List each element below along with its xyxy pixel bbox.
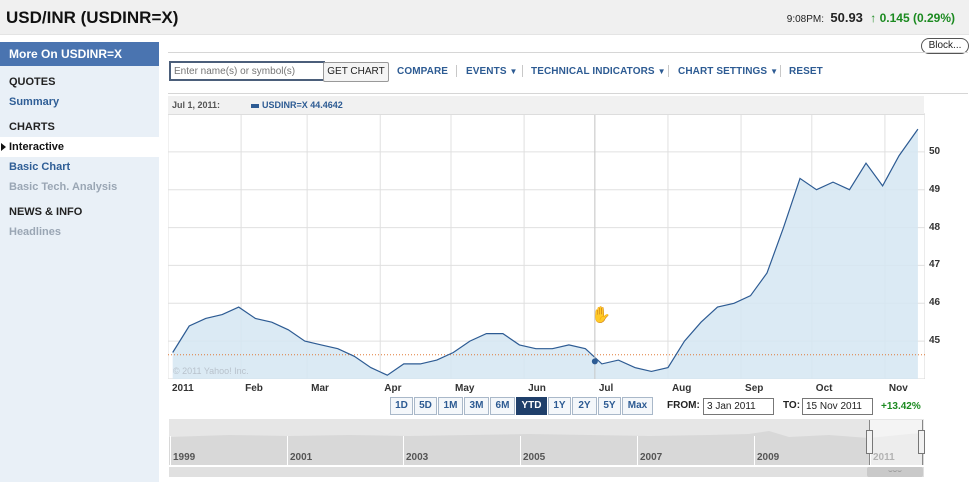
navigator-year-label: 2003 — [406, 452, 429, 463]
range-button-1m[interactable]: 1M — [438, 397, 463, 415]
quote-change-value: 0.145 (0.29%) — [879, 11, 955, 25]
chart-settings-menu[interactable]: CHART SETTINGS ▼ — [678, 66, 778, 77]
navigator-year-label: 2009 — [757, 452, 780, 463]
range-button-max[interactable]: Max — [622, 397, 653, 415]
from-label: FROM: — [667, 400, 700, 411]
chart-settings-label: CHART SETTINGS — [678, 66, 768, 77]
sidebar-item-summary[interactable]: Summary — [0, 92, 159, 112]
navigator-year-tick — [520, 436, 521, 466]
range-button-5d[interactable]: 5D — [414, 397, 437, 415]
legend-series-value: USDINR=X 44.4642 — [262, 100, 343, 110]
x-tick-label: Oct — [815, 383, 833, 394]
range-button-3m[interactable]: 3M — [464, 397, 489, 415]
range-button-group: 1D 5D 1M 3M 6M YTD 1Y 2Y 5Y Max — [390, 397, 654, 415]
chart-copyright: © 2011 Yahoo! Inc. — [173, 366, 249, 376]
range-button-1d[interactable]: 1D — [390, 397, 413, 415]
range-button-1y[interactable]: 1Y — [548, 397, 571, 415]
to-date-input[interactable]: 15 Nov 2011 — [802, 398, 873, 415]
x-tick-label: 2011 — [172, 383, 194, 394]
y-tick-label: 45 — [929, 335, 941, 347]
navigator-year-tick — [637, 436, 638, 466]
x-tick-label: Sep — [745, 383, 764, 394]
from-date-input[interactable]: 3 Jan 2011 — [703, 398, 774, 415]
to-label: TO: — [783, 400, 801, 411]
up-arrow-icon: ↑ — [870, 11, 877, 25]
y-tick-label: 50 — [929, 145, 941, 157]
reset-button[interactable]: RESET — [789, 66, 823, 77]
events-label: EVENTS — [466, 66, 507, 77]
range-button-ytd[interactable]: YTD — [516, 397, 547, 415]
series-swatch — [251, 103, 259, 108]
toolbar-divider — [522, 65, 523, 77]
sidebar: More On USDINR=X QUOTES Summary CHARTS I… — [0, 42, 159, 482]
navigator-year-tick — [287, 436, 288, 466]
x-tick-label: Apr — [384, 383, 402, 394]
quote-time: 9:08PM: — [786, 14, 825, 25]
y-tick-label: 48 — [929, 221, 941, 233]
quote-change: ↑ 0.145 (0.29%) — [870, 11, 955, 25]
price-chart[interactable] — [168, 96, 925, 379]
navigator-right-handle[interactable] — [918, 430, 925, 454]
technical-indicators-menu[interactable]: TECHNICAL INDICATORS ▼ — [531, 66, 666, 77]
navigator-scroll-thumb[interactable]: ⌣⌣⌣ — [867, 467, 923, 477]
technical-indicators-label: TECHNICAL INDICATORS — [531, 66, 655, 77]
chart-legend: Jul 1, 2011: USDINR=X 44.4642 — [168, 96, 924, 115]
compare-button[interactable]: COMPARE — [397, 66, 448, 77]
quote-summary: 9:08PM: 50.93 ↑ 0.145 (0.29%) — [787, 10, 955, 25]
x-tick-label: Mar — [311, 383, 329, 394]
navigator-year-tick — [754, 436, 755, 466]
y-tick-label: 49 — [929, 183, 941, 195]
page-title: USD/INR (USDINR=X) — [6, 8, 179, 27]
navigator-year-tick — [170, 436, 171, 466]
navigator-overview-chart — [169, 431, 924, 465]
legend-date: Jul 1, 2011: — [172, 100, 221, 110]
navigator-scrollbar[interactable] — [169, 467, 924, 477]
sidebar-item-basic-chart[interactable]: Basic Chart — [0, 157, 159, 177]
toolbar-divider — [456, 65, 457, 77]
range-button-5y[interactable]: 5Y — [598, 397, 621, 415]
get-chart-button[interactable]: GET CHART — [323, 62, 389, 82]
sidebar-item-headlines: Headlines — [9, 226, 61, 238]
x-tick-label: Jun — [528, 383, 546, 394]
x-tick-label: Jul — [598, 383, 614, 394]
legend-series: USDINR=X 44.4642 — [251, 100, 343, 110]
chevron-down-icon: ▼ — [509, 67, 518, 76]
hand-cursor-icon: ✋ — [591, 307, 611, 324]
quote-header: USD/INR (USDINR=X) 9:08PM: 50.93 ↑ 0.145… — [0, 0, 969, 35]
toolbar-divider — [668, 65, 669, 77]
x-tick-label: Aug — [671, 383, 692, 394]
chevron-down-icon: ▼ — [657, 67, 666, 76]
x-tick-label: May — [454, 383, 475, 394]
events-menu[interactable]: EVENTS ▼ — [466, 66, 518, 77]
quote-price: 50.93 — [830, 10, 863, 25]
sidebar-item-interactive[interactable]: Interactive — [0, 137, 159, 157]
sidebar-section-news: NEWS & INFO — [9, 206, 83, 218]
y-tick-label: 47 — [929, 259, 941, 271]
chevron-down-icon: ▼ — [770, 67, 779, 76]
navigator-selection-window[interactable] — [869, 420, 923, 465]
range-change-percent: +13.42% — [881, 401, 921, 412]
navigator-year-label: 1999 — [173, 452, 196, 463]
toolbar-divider — [780, 65, 781, 77]
x-tick-label: Feb — [245, 383, 263, 394]
y-tick-label: 46 — [929, 297, 941, 309]
highlight-point — [591, 358, 598, 365]
sidebar-item-basic-tech-analysis: Basic Tech. Analysis — [9, 181, 118, 193]
timeline-navigator[interactable] — [169, 419, 924, 465]
sidebar-section-charts: CHARTS — [9, 121, 55, 133]
symbol-search-input[interactable] — [169, 61, 325, 81]
navigator-year-label: 2001 — [290, 452, 313, 463]
navigator-area — [169, 431, 924, 465]
navigator-year-label: 2007 — [640, 452, 663, 463]
chart-toolbar: GET CHART COMPARE EVENTS ▼ TECHNICAL IND… — [168, 52, 968, 94]
sidebar-section-quotes: QUOTES — [9, 76, 56, 88]
x-tick-label: Nov — [888, 383, 908, 394]
range-button-6m[interactable]: 6M — [490, 397, 515, 415]
navigator-left-handle[interactable] — [866, 430, 873, 454]
sidebar-header: More On USDINR=X — [0, 42, 159, 66]
navigator-year-tick — [403, 436, 404, 466]
range-button-2y[interactable]: 2Y — [572, 397, 597, 415]
navigator-year-label: 2005 — [523, 452, 546, 463]
